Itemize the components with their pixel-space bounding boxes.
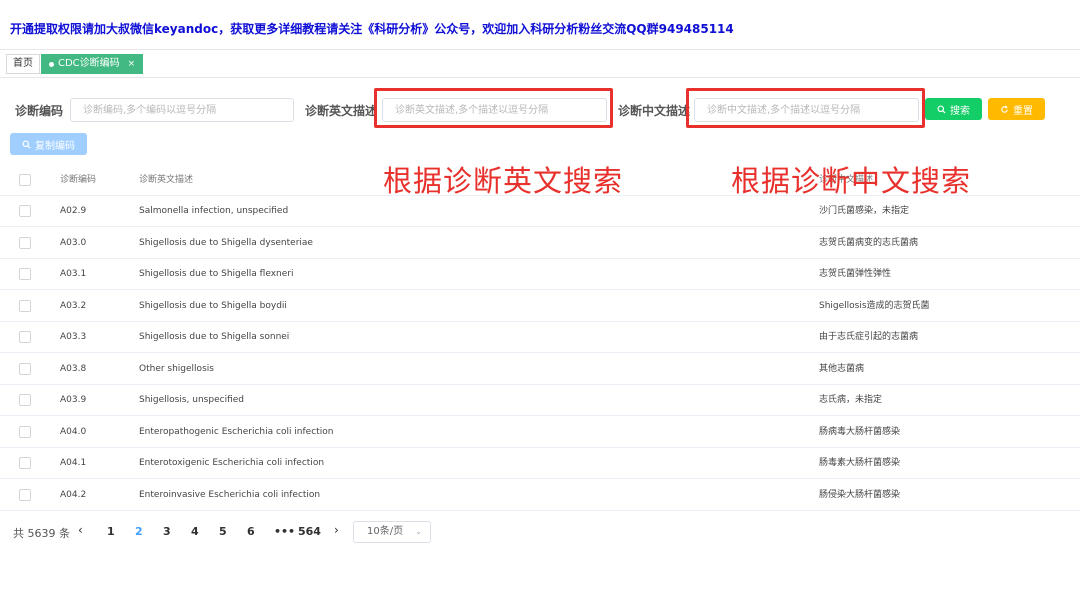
page-number[interactable]: 3 [163, 525, 171, 538]
cell-en: Shigellosis, unspecified [139, 395, 244, 405]
cell-code: A02.9 [60, 206, 87, 216]
tab-home[interactable]: 首页 [6, 54, 40, 74]
cell-en: Other shigellosis [139, 363, 214, 374]
cell-en: Enteroinvasive Escherichia coli infectio… [139, 489, 321, 500]
row-checkbox[interactable] [19, 299, 31, 312]
page-size-value: 10条/页 [367, 526, 404, 537]
row-checkbox[interactable] [19, 362, 31, 375]
cell-code: A03.9 [60, 395, 87, 405]
cell-en: Shigellosis due to Shigella flexneri [139, 269, 294, 279]
header-en: 诊断英文描述 [139, 175, 194, 185]
cn-label: 诊断中文描述 [618, 104, 691, 118]
reset-button[interactable]: 重置 [988, 98, 1045, 120]
reset-button-label: 重置 [1013, 105, 1033, 117]
cell-code: A03.3 [60, 332, 87, 342]
tab-cdc-codes-label: CDC诊断编码 [58, 58, 120, 69]
tab-cdc-codes[interactable]: CDC诊断编码 × [41, 54, 144, 74]
page-size-select[interactable]: 10条/页 ⌄ [353, 521, 431, 543]
refresh-icon [1001, 105, 1008, 113]
notice-text: 开通提取权限请加大叔微信keyandoc，获取更多详细教程请关注《科研分析》公众… [10, 22, 734, 36]
page-number[interactable]: 4 [191, 525, 199, 538]
select-all-checkbox[interactable] [19, 174, 31, 186]
code-search-input[interactable] [70, 98, 294, 122]
cell-en: Shigellosis due to Shigella boydii [139, 300, 287, 311]
search-button[interactable]: 搜索 [925, 98, 982, 120]
tab-bar: 首页 CDC诊断编码 × [0, 50, 1080, 78]
cell-code: A03.2 [60, 300, 87, 311]
cell-code: A03.8 [60, 363, 87, 374]
table-row[interactable]: A03.2 Shigellosis due to Shigella boydii S… [0, 291, 1080, 322]
cell-code: A04.1 [60, 458, 87, 468]
cell-cn: 志贺氏菌弹性弹性 [819, 269, 892, 279]
row-checkbox[interactable] [19, 205, 31, 217]
cell-code: A04.0 [60, 426, 87, 437]
cell-cn: 肠侵染大肠杆菌感染 [819, 489, 901, 500]
cell-code: A03.1 [60, 269, 87, 279]
search-icon [22, 139, 31, 149]
page-ellipsis[interactable]: ••• [274, 525, 295, 538]
cell-cn: Shigellosis造成的志贺氏菌 [819, 300, 930, 311]
cell-en: Shigellosis due to Shigella sonnei [139, 332, 290, 342]
annotation-en-search: 根据诊断英文搜索 [383, 164, 624, 198]
cell-en: Salmonella infection, unspecified [139, 206, 289, 216]
active-dot-icon [49, 61, 54, 67]
page-number[interactable]: 5 [219, 525, 227, 538]
search-button-label: 搜索 [950, 105, 970, 117]
search-icon [937, 104, 946, 114]
en-search-input[interactable] [382, 98, 607, 122]
table-row[interactable]: A03.0 Shigellosis due to Shigella dysente… [0, 228, 1080, 259]
table-row[interactable]: A04.1 Enterotoxigenic Escherichia coli in… [0, 448, 1080, 479]
table-row[interactable]: A03.1 Shigellosis due to Shigella flexner… [0, 259, 1080, 290]
next-page-button[interactable]: › [334, 523, 339, 537]
table-row[interactable]: A03.9 Shigellosis, unspecified 志氏病，未指定 [0, 385, 1080, 416]
row-checkbox[interactable] [19, 457, 31, 469]
table-row[interactable]: A03.8 Other shigellosis 其他志菌病 [0, 354, 1080, 385]
page-number[interactable]: 2 [135, 525, 143, 538]
row-checkbox[interactable] [19, 236, 31, 249]
page-number[interactable]: 6 [247, 525, 255, 538]
cell-cn: 其他志菌病 [819, 363, 865, 374]
row-checkbox[interactable] [19, 268, 31, 280]
cell-code: A03.0 [60, 237, 87, 248]
cell-code: A04.2 [60, 489, 87, 500]
annotation-cn-search: 根据诊断中文搜索 [731, 164, 972, 198]
cell-cn: 肠病毒大肠杆菌感染 [819, 426, 901, 437]
chevron-down-icon: ⌄ [415, 527, 422, 536]
cell-cn: 肠毒素大肠杆菌感染 [819, 458, 901, 468]
pagination: 共 5639 条 ‹ 1 2 3 4 5 6 ••• 564 › 10条/页 ⌄ [0, 520, 1080, 544]
cell-cn: 志氏病，未指定 [819, 395, 883, 405]
row-checkbox[interactable] [19, 488, 31, 501]
cn-search-input[interactable] [694, 98, 919, 122]
header-code: 诊断编码 [60, 175, 97, 185]
total-count: 共 5639 条 [13, 527, 70, 540]
table-row[interactable]: A04.0 Enteropathogenic Escherichia coli i… [0, 417, 1080, 448]
cell-en: Shigellosis due to Shigella dysenteriae [139, 237, 313, 248]
page-number[interactable]: 1 [107, 525, 115, 538]
cell-en: Enteropathogenic Escherichia coli infect… [139, 426, 334, 437]
cell-cn: 沙门氏菌感染，未指定 [819, 206, 910, 216]
row-checkbox[interactable] [19, 425, 31, 438]
table-row[interactable]: A03.3 Shigellosis due to Shigella sonnei 由… [0, 322, 1080, 353]
row-checkbox[interactable] [19, 331, 31, 343]
row-checkbox[interactable] [19, 394, 31, 406]
cell-en: Enterotoxigenic Escherichia coli infecti… [139, 458, 325, 468]
notice-bar: 开通提取权限请加大叔微信keyandoc，获取更多详细教程请关注《科研分析》公众… [0, 0, 1080, 50]
cell-cn: 志贺氏菌病变的志氏菌病 [819, 237, 919, 248]
page-last[interactable]: 564 [298, 525, 321, 538]
table-row[interactable]: A02.9 Salmonella infection, unspecified 沙门… [0, 196, 1080, 227]
table-row[interactable]: A04.2 Enteroinvasive Escherichia coli inf… [0, 480, 1080, 511]
cell-cn: 由于志氏症引起的志菌病 [819, 332, 919, 342]
code-label: 诊断编码 [15, 104, 64, 118]
en-label: 诊断英文描述 [305, 104, 378, 118]
copy-codes-button[interactable]: 复制编码 [10, 133, 87, 155]
close-icon[interactable]: × [128, 54, 136, 74]
copy-codes-button-label: 复制编码 [35, 140, 75, 152]
prev-page-button[interactable]: ‹ [78, 523, 83, 537]
